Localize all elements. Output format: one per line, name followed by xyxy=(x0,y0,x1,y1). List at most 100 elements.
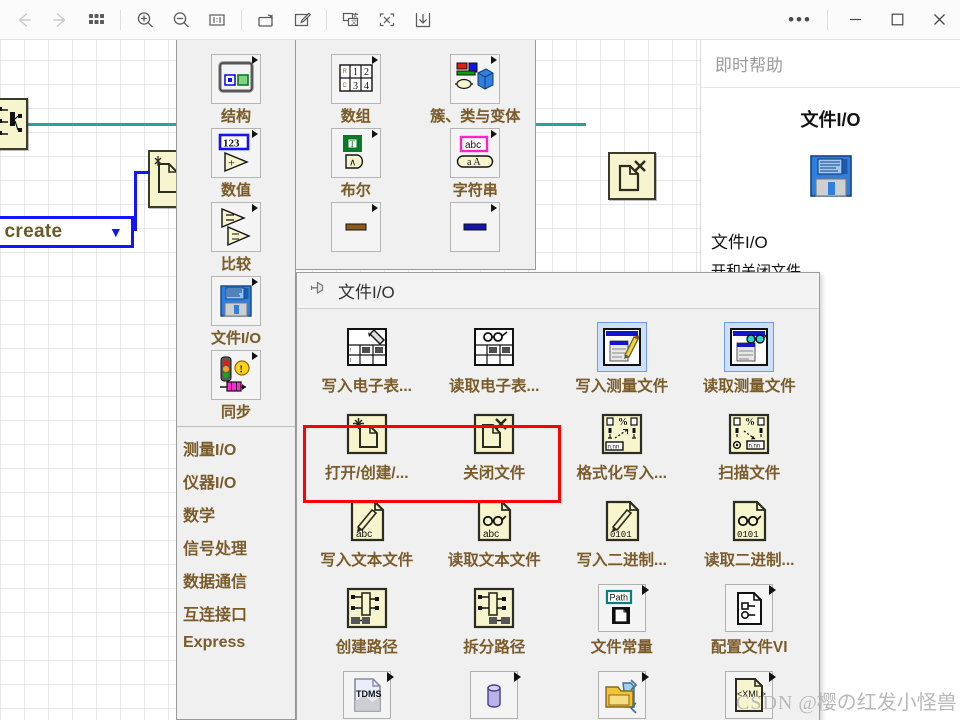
palette-item-boolean[interactable]: T ∧ 布尔 xyxy=(296,128,416,200)
zoom-in-icon[interactable] xyxy=(127,4,163,36)
file-io-row-2: 打开/创建/... 关闭文件 % n.nn 格式化写入... % n.nn 扫描… xyxy=(303,406,813,485)
file-io-item-read-measurement[interactable]: 读取测量文件 xyxy=(686,319,814,398)
file-io-item-file-constants[interactable]: Path 文件常量 xyxy=(558,580,686,659)
palette-label-cluster: 簇、类与变体 xyxy=(430,108,521,125)
functions-palette-column-2[interactable]: R C 1 2 3 4 数组 簇、类与变体 T ∧ 布尔 abc a A 字符串 xyxy=(296,40,536,270)
toolbar-divider-3 xyxy=(326,9,327,30)
close-button[interactable] xyxy=(918,1,960,39)
pin-icon[interactable] xyxy=(309,279,328,303)
zoom-out-icon[interactable] xyxy=(163,4,199,36)
write-text-file-icon: abc xyxy=(343,497,391,545)
svg-text:n.nn: n.nn xyxy=(749,444,761,450)
block-node-left[interactable] xyxy=(0,98,28,150)
write-spreadsheet-icon: ! I xyxy=(343,323,391,371)
palette-item-structures[interactable]: 结构 xyxy=(177,44,295,126)
path-wire-vertical xyxy=(134,171,137,231)
file-io-item-config-file-vi[interactable]: 配置文件VI xyxy=(686,580,814,659)
download-icon[interactable] xyxy=(405,4,441,36)
file-io-item-write-binary-file[interactable]: 0101 写入二进制... xyxy=(558,493,686,572)
file-io-item-tdms[interactable]: TDMS xyxy=(303,667,431,720)
context-help-item-title: 文件I/O xyxy=(800,110,861,130)
file-io-item-read-text-file[interactable]: abc 读取文本文件 xyxy=(431,493,559,572)
actual-size-icon[interactable] xyxy=(199,4,235,36)
edit-icon[interactable] xyxy=(284,4,320,36)
svg-text:I: I xyxy=(350,358,351,364)
grid-view-icon[interactable] xyxy=(78,4,114,36)
palette-item-signal-processing[interactable]: 信号处理 xyxy=(183,530,295,563)
array-icon: R C 1 2 3 4 xyxy=(330,54,381,104)
palette-item-mathematics[interactable]: 数学 xyxy=(183,497,295,530)
svg-text:0101: 0101 xyxy=(610,530,632,540)
csdn-watermark: CSDN @樱の红发小怪兽 xyxy=(736,686,957,715)
palette-item-extra-2[interactable] xyxy=(416,202,536,252)
palette-item-cluster[interactable]: 簇、类与变体 xyxy=(416,40,536,126)
write-binary-file-icon: 0101 xyxy=(598,497,646,545)
file-io-label: 读取文本文件 xyxy=(447,552,541,569)
svg-text:2: 2 xyxy=(364,67,369,78)
palette-label-numeric: 数值 xyxy=(220,182,251,199)
svg-text:3: 3 xyxy=(353,81,358,92)
file-io-item-format-into-file[interactable]: % n.nn 格式化写入... xyxy=(558,406,686,485)
svg-text:!: ! xyxy=(240,365,243,376)
svg-text:0101: 0101 xyxy=(737,530,759,540)
palette-item-connectivity[interactable]: 互连接口 xyxy=(183,596,295,629)
submenu-arrow-icon xyxy=(491,204,498,212)
palette-text-list: 测量I/O 仪器I/O 数学 信号处理 数据通信 互连接口 Express xyxy=(177,426,295,656)
minimize-button[interactable] xyxy=(834,1,876,39)
file-io-subpalette[interactable]: 文件I/O ! I 写入电子表... 读取电子表... 写入测量文件 读取测量文… xyxy=(296,272,820,720)
submenu-arrow-icon xyxy=(641,672,649,682)
file-io-item-open-create-replace[interactable]: 打开/创建/... xyxy=(303,406,431,485)
file-io-label: 文件常量 xyxy=(590,639,653,656)
palette-item-numeric[interactable]: 123 + 数值 xyxy=(177,128,295,200)
file-io-item-read-spreadsheet[interactable]: 读取电子表... xyxy=(431,319,559,398)
palette-item-measurement-io[interactable]: 测量I/O xyxy=(183,431,295,464)
file-io-item-strip-path[interactable]: 拆分路径 xyxy=(431,580,559,659)
maximize-button[interactable] xyxy=(876,1,918,39)
file-io-subpalette-titlebar: 文件I/O xyxy=(297,273,819,309)
file-io-subpalette-title: 文件I/O xyxy=(338,283,395,302)
rotate-icon[interactable] xyxy=(248,4,284,36)
palette-item-comparison[interactable]: 比较 xyxy=(177,202,295,274)
palette-item-express[interactable]: Express xyxy=(183,629,295,656)
palette-item-file-io[interactable]: 文件I/O xyxy=(177,276,295,348)
file-io-label: 扫描文件 xyxy=(718,465,781,482)
palette-item-extra-1[interactable] xyxy=(296,202,416,252)
file-io-item-zip[interactable] xyxy=(558,667,686,720)
svg-text:abc: abc xyxy=(356,529,372,540)
file-io-item-write-spreadsheet[interactable]: ! I 写入电子表... xyxy=(303,319,431,398)
file-io-item-storage-datalog[interactable] xyxy=(431,667,559,720)
file-io-item-write-measurement[interactable]: 写入测量文件 xyxy=(558,319,686,398)
block-node-close-file[interactable] xyxy=(608,152,656,200)
back-icon[interactable] xyxy=(6,4,42,36)
palette-item-array[interactable]: R C 1 2 3 4 数组 xyxy=(296,40,416,126)
file-io-item-close-file[interactable]: 关闭文件 xyxy=(431,406,559,485)
palette-label-array: 数组 xyxy=(340,108,371,125)
scan-from-file-icon: % n.nn xyxy=(725,410,773,458)
more-options-button[interactable]: ••• xyxy=(779,1,821,39)
extract-text-icon[interactable] xyxy=(369,4,405,36)
file-constants-icon: Path xyxy=(597,584,649,632)
functions-palette-column-1[interactable]: 结构 123 + 数值 比较 文件I/O ! 同步 测量I/O 仪器I/O 数学… xyxy=(176,40,296,720)
file-io-item-write-text-file[interactable]: abc 写入文本文件 xyxy=(303,493,431,572)
config-file-vi-icon xyxy=(725,584,777,632)
palette-item-data-communication[interactable]: 数据通信 xyxy=(183,563,295,596)
file-io-item-read-binary-file[interactable]: 0101 读取二进制... xyxy=(686,493,814,572)
chevron-down-icon[interactable]: ▼ xyxy=(109,224,123,240)
file-io-label: 拆分路径 xyxy=(463,639,526,656)
file-io-row-3: abc 写入文本文件 abc 读取文本文件 0101 写入二进制... 0101… xyxy=(303,493,813,572)
palette-item-instrument-io[interactable]: 仪器I/O xyxy=(183,464,295,497)
submenu-arrow-icon xyxy=(491,130,498,138)
forward-icon[interactable] xyxy=(42,4,78,36)
file-io-item-grid: ! I 写入电子表... 读取电子表... 写入测量文件 读取测量文件 打开/创… xyxy=(297,309,819,720)
palette-item-synchronization[interactable]: ! 同步 xyxy=(177,350,295,422)
open-or-create-enum[interactable]: en or create ▼ xyxy=(0,216,134,248)
read-measurement-file-icon xyxy=(724,322,775,372)
tdms-icon: TDMS xyxy=(342,671,394,719)
svg-text:%: % xyxy=(618,417,628,428)
submenu-arrow-icon xyxy=(252,56,258,64)
translate-icon[interactable]: 文 A xyxy=(333,4,369,36)
svg-text:abc: abc xyxy=(465,140,481,151)
file-io-item-build-path[interactable]: 创建路径 xyxy=(303,580,431,659)
palette-item-string[interactable]: abc a A 字符串 xyxy=(416,128,536,200)
file-io-item-scan-from-file[interactable]: % n.nn 扫描文件 xyxy=(686,406,814,485)
